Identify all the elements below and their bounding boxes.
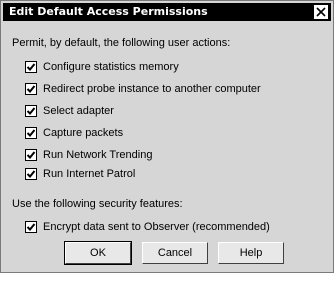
checkmark-icon xyxy=(26,170,36,178)
option-label: Configure statistics memory xyxy=(43,61,179,73)
checkbox[interactable] xyxy=(25,61,37,73)
option-select-adapter[interactable]: Select adapter xyxy=(25,104,114,118)
ok-button[interactable]: OK xyxy=(64,241,132,265)
permissions-heading: Permit, by default, the following user a… xyxy=(12,37,231,49)
option-configure-statistics-memory[interactable]: Configure statistics memory xyxy=(25,60,179,74)
checkbox[interactable] xyxy=(25,221,37,233)
option-label: Select adapter xyxy=(43,105,114,117)
option-run-internet-patrol[interactable]: Run Internet Patrol xyxy=(25,167,135,181)
option-label: Run Network Trending xyxy=(43,149,153,161)
security-heading: Use the following security features: xyxy=(12,198,183,210)
option-capture-packets[interactable]: Capture packets xyxy=(25,126,123,140)
checkmark-icon xyxy=(26,63,36,71)
close-button[interactable] xyxy=(314,5,328,19)
option-label: Run Internet Patrol xyxy=(43,168,136,180)
checkbox[interactable] xyxy=(25,105,37,117)
close-icon xyxy=(316,7,326,17)
option-run-network-trending[interactable]: Run Network Trending xyxy=(25,148,152,162)
checkbox[interactable] xyxy=(25,168,37,180)
option-label: Redirect probe instance to another compu… xyxy=(43,83,261,95)
checkmark-icon xyxy=(26,129,36,137)
checkbox[interactable] xyxy=(25,127,37,139)
option-redirect-probe-instance[interactable]: Redirect probe instance to another compu… xyxy=(25,82,261,96)
title-bar[interactable]: Edit Default Access Permissions xyxy=(3,3,331,21)
help-button[interactable]: Help xyxy=(218,242,284,264)
edit-default-access-permissions-dialog: Edit Default Access Permissions Permit, … xyxy=(0,0,334,273)
option-label: Encrypt data sent to Observer (recommend… xyxy=(43,221,270,233)
checkmark-icon xyxy=(26,223,36,231)
checkbox[interactable] xyxy=(25,149,37,161)
cancel-button[interactable]: Cancel xyxy=(142,242,208,264)
checkmark-icon xyxy=(26,85,36,93)
option-encrypt-data[interactable]: Encrypt data sent to Observer (recommend… xyxy=(25,220,270,234)
dialog-title: Edit Default Access Permissions xyxy=(9,5,208,18)
checkmark-icon xyxy=(26,151,36,159)
option-label: Capture packets xyxy=(43,127,124,139)
checkbox[interactable] xyxy=(25,83,37,95)
checkmark-icon xyxy=(26,107,36,115)
